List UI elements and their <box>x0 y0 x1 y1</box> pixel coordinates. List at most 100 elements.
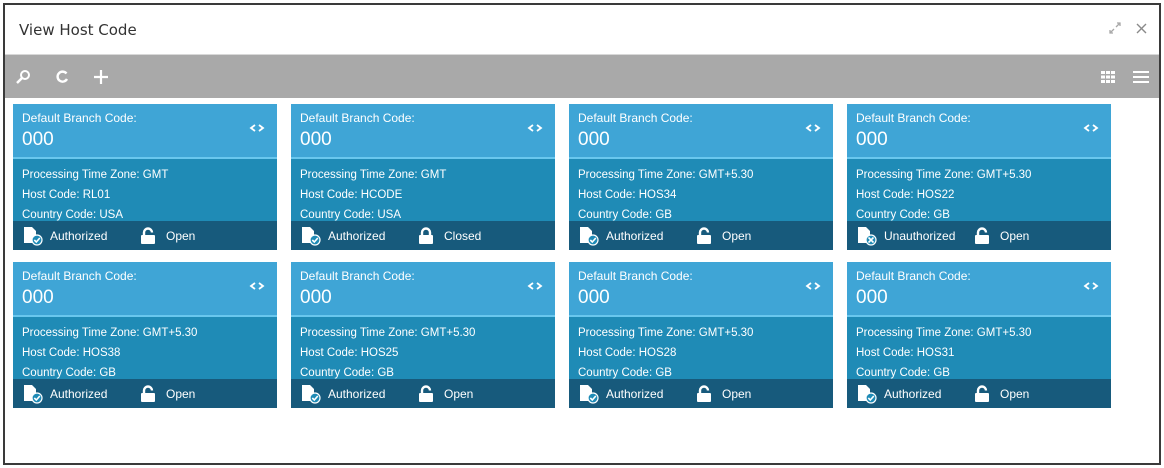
link-arrows-icon[interactable] <box>805 122 821 137</box>
authorization-status-text: Authorized <box>884 386 942 401</box>
default-branch-code-label: Default Branch Code: <box>22 111 137 125</box>
processing-time-zone: Processing Time Zone: GMT+5.30 <box>22 327 198 339</box>
lock-status-text: Open <box>166 386 196 401</box>
card-footer: Authorized Open <box>569 379 833 408</box>
link-arrows-icon[interactable] <box>1083 280 1099 295</box>
lock-status-text: Open <box>722 228 752 243</box>
default-branch-code-value: 000 <box>300 129 332 150</box>
host-code-tiles: Default Branch Code: 000 Processing Time… <box>13 104 1111 408</box>
host-code: Host Code: HOS22 <box>856 189 955 201</box>
lock-status: Closed <box>416 226 482 245</box>
host-code-card[interactable]: Default Branch Code: 000 Processing Time… <box>291 262 555 408</box>
lock-status-text: Open <box>1000 228 1030 243</box>
list-view-icon[interactable] <box>1133 70 1149 83</box>
lock-icon <box>697 384 711 402</box>
close-icon[interactable] <box>1136 22 1147 38</box>
default-branch-code-label: Default Branch Code: <box>856 269 971 283</box>
host-code-card[interactable]: Default Branch Code: 000 Processing Time… <box>291 104 555 250</box>
lock-status-text: Open <box>444 386 474 401</box>
authorization-status-text: Authorized <box>328 228 386 243</box>
default-branch-code-value: 000 <box>22 129 54 150</box>
default-branch-code-label: Default Branch Code: <box>22 269 137 283</box>
toolbar <box>5 55 1159 98</box>
authorization-status-text: Authorized <box>606 228 664 243</box>
link-arrows-icon[interactable] <box>1083 122 1099 137</box>
lock-status: Open <box>416 384 474 403</box>
host-code-card[interactable]: Default Branch Code: 000 Processing Time… <box>13 104 277 250</box>
card-header: Default Branch Code: 000 <box>847 262 1111 315</box>
window-title: View Host Code <box>19 20 137 39</box>
refresh-icon[interactable] <box>55 69 69 84</box>
document-status-icon <box>580 384 599 404</box>
host-code-card[interactable]: Default Branch Code: 000 Processing Time… <box>569 262 833 408</box>
lock-icon <box>975 384 989 402</box>
lock-status: Open <box>694 384 752 403</box>
authorization-status: Authorized <box>22 384 138 404</box>
processing-time-zone: Processing Time Zone: GMT+5.30 <box>856 327 1032 339</box>
authorization-status: Authorized <box>22 226 138 246</box>
card-body: Processing Time Zone: GMT+5.30 Host Code… <box>847 315 1111 379</box>
host-code-card[interactable]: Default Branch Code: 000 Processing Time… <box>569 104 833 250</box>
window-titlebar: View Host Code <box>5 5 1159 55</box>
lock-status: Open <box>138 226 196 245</box>
lock-status-text: Closed <box>444 228 482 243</box>
lock-status-text: Open <box>166 228 196 243</box>
default-branch-code-label: Default Branch Code: <box>300 269 415 283</box>
lock-status-text: Open <box>722 386 752 401</box>
card-body: Processing Time Zone: GMT Host Code: HCO… <box>291 157 555 221</box>
card-header: Default Branch Code: 000 <box>569 104 833 157</box>
card-footer: Authorized Open <box>569 221 833 250</box>
link-arrows-icon[interactable] <box>527 122 543 137</box>
link-arrows-icon[interactable] <box>527 280 543 295</box>
default-branch-code-label: Default Branch Code: <box>300 111 415 125</box>
host-code-card[interactable]: Default Branch Code: 000 Processing Time… <box>847 262 1111 408</box>
processing-time-zone: Processing Time Zone: GMT+5.30 <box>578 327 754 339</box>
default-branch-code-value: 000 <box>578 287 610 308</box>
default-branch-code-value: 000 <box>300 287 332 308</box>
link-arrows-icon[interactable] <box>249 122 265 137</box>
authorization-status: Authorized <box>300 384 416 404</box>
document-status-icon <box>24 384 43 404</box>
card-header: Default Branch Code: 000 <box>13 262 277 315</box>
lock-icon <box>419 384 433 402</box>
card-body: Processing Time Zone: GMT+5.30 Host Code… <box>847 157 1111 221</box>
processing-time-zone: Processing Time Zone: GMT <box>300 169 447 181</box>
host-code: Host Code: RL01 <box>22 189 111 201</box>
card-body: Processing Time Zone: GMT+5.30 Host Code… <box>569 157 833 221</box>
processing-time-zone: Processing Time Zone: GMT+5.30 <box>578 169 754 181</box>
card-body: Processing Time Zone: GMT Host Code: RL0… <box>13 157 277 221</box>
grid-view-icon[interactable] <box>1101 70 1115 83</box>
card-body: Processing Time Zone: GMT+5.30 Host Code… <box>569 315 833 379</box>
authorization-status-text: Authorized <box>328 386 386 401</box>
authorization-status-text: Authorized <box>606 386 664 401</box>
link-arrows-icon[interactable] <box>805 280 821 295</box>
host-code-card[interactable]: Default Branch Code: 000 Processing Time… <box>847 104 1111 250</box>
document-status-icon <box>858 226 877 246</box>
host-code: Host Code: HOS38 <box>22 347 121 359</box>
default-branch-code-value: 000 <box>578 129 610 150</box>
card-body: Processing Time Zone: GMT+5.30 Host Code… <box>291 315 555 379</box>
default-branch-code-label: Default Branch Code: <box>856 111 971 125</box>
authorization-status: Unauthorized <box>856 226 972 246</box>
card-header: Default Branch Code: 000 <box>569 262 833 315</box>
lock-icon <box>141 226 155 244</box>
default-branch-code-label: Default Branch Code: <box>578 111 693 125</box>
authorization-status: Authorized <box>578 384 694 404</box>
document-status-icon <box>580 226 599 246</box>
lock-icon <box>975 226 989 244</box>
default-branch-code-label: Default Branch Code: <box>578 269 693 283</box>
authorization-status-text: Unauthorized <box>884 228 956 243</box>
card-header: Default Branch Code: 000 <box>847 104 1111 157</box>
authorization-status: Authorized <box>856 384 972 404</box>
plus-icon[interactable] <box>93 69 109 85</box>
link-arrows-icon[interactable] <box>249 280 265 295</box>
card-footer: Authorized Open <box>13 221 277 250</box>
card-header: Default Branch Code: 000 <box>13 104 277 157</box>
lock-status: Open <box>694 226 752 245</box>
minimize-arrows-icon[interactable] <box>1108 21 1122 39</box>
default-branch-code-value: 000 <box>22 287 54 308</box>
authorization-status: Authorized <box>578 226 694 246</box>
host-code-card[interactable]: Default Branch Code: 000 Processing Time… <box>13 262 277 408</box>
lock-status: Open <box>972 226 1030 245</box>
search-icon[interactable] <box>15 69 31 85</box>
